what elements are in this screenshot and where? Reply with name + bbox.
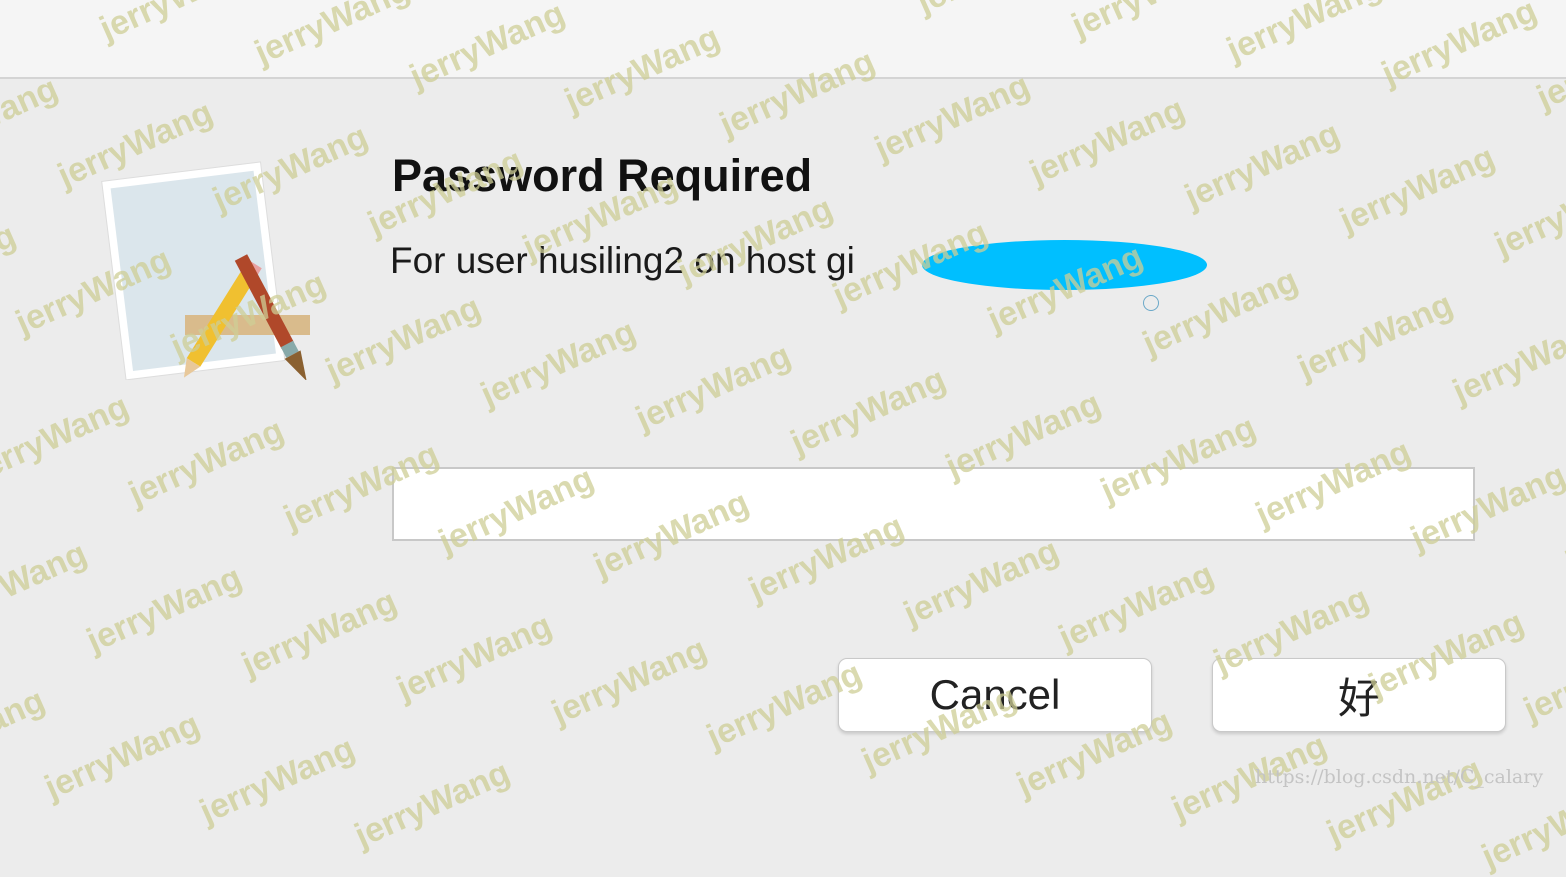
redaction-mark [922, 240, 1207, 290]
watermark-text: jerryWang [39, 705, 206, 808]
watermark-text: jerryWang [1518, 627, 1566, 730]
watermark-text: jerryWang [1024, 90, 1191, 193]
watermark-text: jerryWang [0, 216, 22, 319]
watermark-text: jerryWang [475, 312, 642, 415]
watermark-text: jerryWang [1447, 309, 1566, 412]
watermark-text: jerryWang [123, 411, 290, 514]
app-icon [101, 161, 310, 380]
watermark-text: jerryWang [349, 753, 516, 856]
password-input[interactable] [392, 467, 1475, 541]
cancel-button[interactable]: Cancel [838, 658, 1152, 732]
window-titlebar [0, 0, 1566, 79]
watermark-text: jerryWang [1179, 114, 1346, 217]
watermark-text: jerryWang [1476, 774, 1566, 877]
watermark-text: jerryWang [898, 531, 1065, 634]
watermark-text: jerryWang [391, 606, 558, 709]
watermark-text: jerryWang [81, 558, 248, 661]
watermark-text: jerryWang [236, 582, 403, 685]
watermark-text: jerryWang [1292, 285, 1459, 388]
watermark-text: jerryWang [546, 630, 713, 733]
message-text: For user husiling2 on host gi [390, 240, 855, 281]
watermark-text: jerryWang [1560, 480, 1566, 583]
watermark-text: jerryWang [320, 288, 487, 391]
watermark-text: jerryWang [0, 681, 51, 784]
source-url-watermark: https://blog.csdn.net/C_calary [1255, 766, 1544, 788]
watermark-text: jerryWang [1489, 162, 1566, 265]
watermark-text: jerryWang [1053, 555, 1220, 658]
watermark-text: jerryWang [0, 534, 93, 637]
watermark-text: jerryWang [630, 336, 797, 439]
watermark-text: jerryWang [1334, 138, 1501, 241]
watermark-text: jerryWang [0, 69, 64, 172]
watermark-text: jerryWang [0, 387, 135, 490]
watermark-text: jerryWang [785, 360, 952, 463]
watermark-text: jerryWang [869, 66, 1036, 169]
dialog-title: Password Required [392, 150, 813, 201]
ok-button[interactable]: 好 [1212, 658, 1506, 732]
mouse-cursor [1143, 295, 1159, 311]
watermark-text: jerryWang [194, 729, 361, 832]
